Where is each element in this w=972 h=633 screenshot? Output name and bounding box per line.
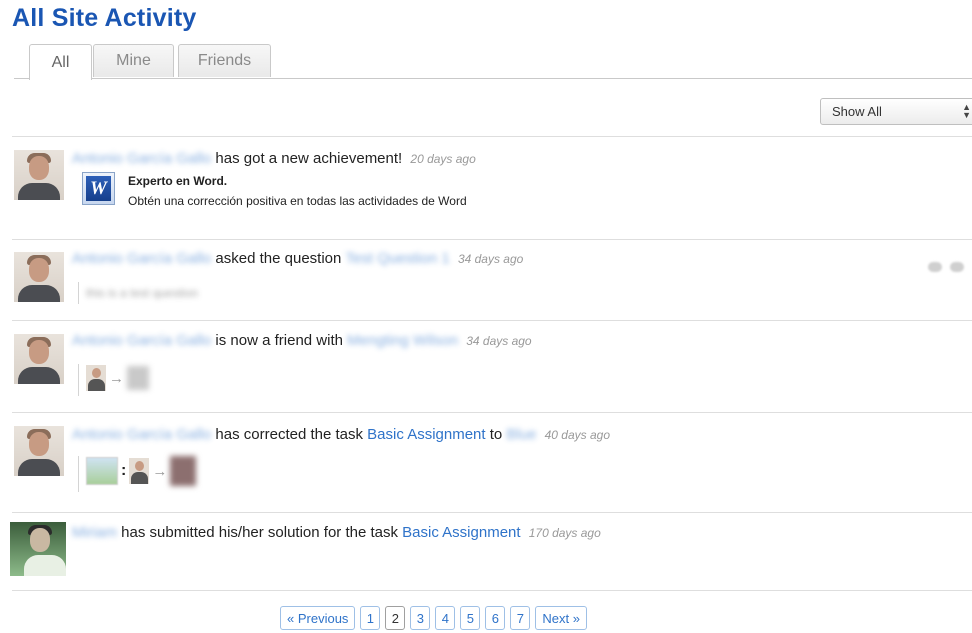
activity-time: 34 days ago <box>457 252 524 266</box>
page-button-2-current[interactable]: 2 <box>385 606 406 630</box>
friendship-visual: → <box>86 365 149 391</box>
next-page-button[interactable]: Next » <box>535 606 587 630</box>
colon-separator: : <box>121 462 127 479</box>
avatar[interactable] <box>14 252 64 302</box>
divider <box>12 512 972 513</box>
task-link[interactable]: Basic Assignment <box>402 524 520 541</box>
activity-action: has submitted his/her solution for the t… <box>121 524 398 541</box>
friend-link[interactable]: Mengting Wilson <box>347 332 458 349</box>
friend-thumbnail[interactable] <box>127 366 149 390</box>
activity-line: Antonio García Gallo has corrected the t… <box>72 426 610 443</box>
correction-visual: : → <box>86 456 197 486</box>
activity-time: 40 days ago <box>544 428 611 442</box>
actor-thumbnail[interactable] <box>86 365 106 391</box>
page-button-1[interactable]: 1 <box>360 606 381 630</box>
page-button-5[interactable]: 5 <box>460 606 481 630</box>
actor-thumbnail[interactable] <box>129 458 150 484</box>
achievement-description: Obtén una corrección positiva en todas l… <box>128 194 467 208</box>
actor-link[interactable]: Antonio García Gallo <box>72 332 211 349</box>
avatar[interactable] <box>14 150 64 200</box>
activity-item: Antonio García Gallo asked the question … <box>0 246 972 318</box>
activity-action: is now a friend with <box>215 332 343 349</box>
activity-time: 20 days ago <box>410 152 476 166</box>
page-button-6[interactable]: 6 <box>485 606 506 630</box>
student-link[interactable]: Blue <box>506 426 536 443</box>
activity-action: has got a new achievement! <box>215 150 403 167</box>
activity-line: Antonio García Gallo has got a new achie… <box>72 150 476 167</box>
quote-bar <box>78 364 79 396</box>
arrow-right-icon: → <box>152 462 168 480</box>
question-text: this is a test question <box>86 286 199 300</box>
activity-time: 34 days ago <box>466 334 532 348</box>
question-link[interactable]: Test Question 1 <box>346 250 450 267</box>
actor-link[interactable]: Antonio García Gallo <box>72 426 211 443</box>
page-button-7[interactable]: 7 <box>510 606 531 630</box>
student-thumbnail[interactable] <box>170 456 197 486</box>
divider <box>12 412 972 413</box>
activity-line: Antonio García Gallo is now a friend wit… <box>72 332 532 349</box>
quote-bar <box>78 282 79 304</box>
avatar[interactable] <box>14 334 64 384</box>
task-thumbnail[interactable] <box>86 457 118 485</box>
avatar[interactable] <box>14 426 64 476</box>
divider <box>12 590 972 591</box>
actor-link[interactable]: Antonio García Gallo <box>72 250 211 267</box>
word-document-icon: W <box>82 172 115 205</box>
avatar[interactable] <box>10 522 66 576</box>
divider <box>12 239 972 240</box>
page-button-3[interactable]: 3 <box>410 606 431 630</box>
tab-mine[interactable]: Mine <box>93 44 174 77</box>
activity-time: 170 days ago <box>528 526 601 540</box>
to-word: to <box>489 426 503 443</box>
activity-item: Antonio García Gallo is now a friend wit… <box>0 328 972 410</box>
divider <box>12 136 972 137</box>
page-button-4[interactable]: 4 <box>435 606 456 630</box>
filter-selected-value: Show All <box>832 104 882 119</box>
task-link[interactable]: Basic Assignment <box>367 426 485 443</box>
actor-link[interactable]: Antonio García Gallo <box>72 150 211 167</box>
activity-tabs: All Mine Friends <box>14 44 972 80</box>
activity-action: asked the question <box>215 250 342 267</box>
divider <box>12 320 972 321</box>
achievement-title: Experto en Word. <box>128 174 228 188</box>
actor-link[interactable]: Miriam <box>72 524 117 541</box>
previous-page-button[interactable]: « Previous <box>280 606 356 630</box>
activity-line: Antonio García Gallo asked the question … <box>72 250 523 267</box>
arrow-right-icon: → <box>109 369 124 387</box>
activity-line: Miriam has submitted his/her solution fo… <box>72 524 601 541</box>
item-actions <box>928 259 972 277</box>
tab-all[interactable]: All <box>29 44 92 80</box>
like-icon[interactable] <box>950 262 964 272</box>
activity-item: Antonio García Gallo has corrected the t… <box>0 420 972 510</box>
activity-filter-select[interactable]: Show All ▲ ▼ <box>820 98 972 125</box>
comment-icon[interactable] <box>928 262 942 272</box>
quote-bar <box>78 456 79 492</box>
activity-item: Antonio García Gallo has got a new achie… <box>0 146 972 238</box>
tab-friends[interactable]: Friends <box>178 44 271 77</box>
activity-action: has corrected the task <box>215 426 363 443</box>
page-title: All Site Activity <box>12 4 197 32</box>
activity-item: Miriam has submitted his/her solution fo… <box>0 518 972 588</box>
select-arrows-icon: ▲ ▼ <box>962 102 971 120</box>
pagination: « Previous 1 2 3 4 5 6 7 Next » <box>280 606 587 630</box>
